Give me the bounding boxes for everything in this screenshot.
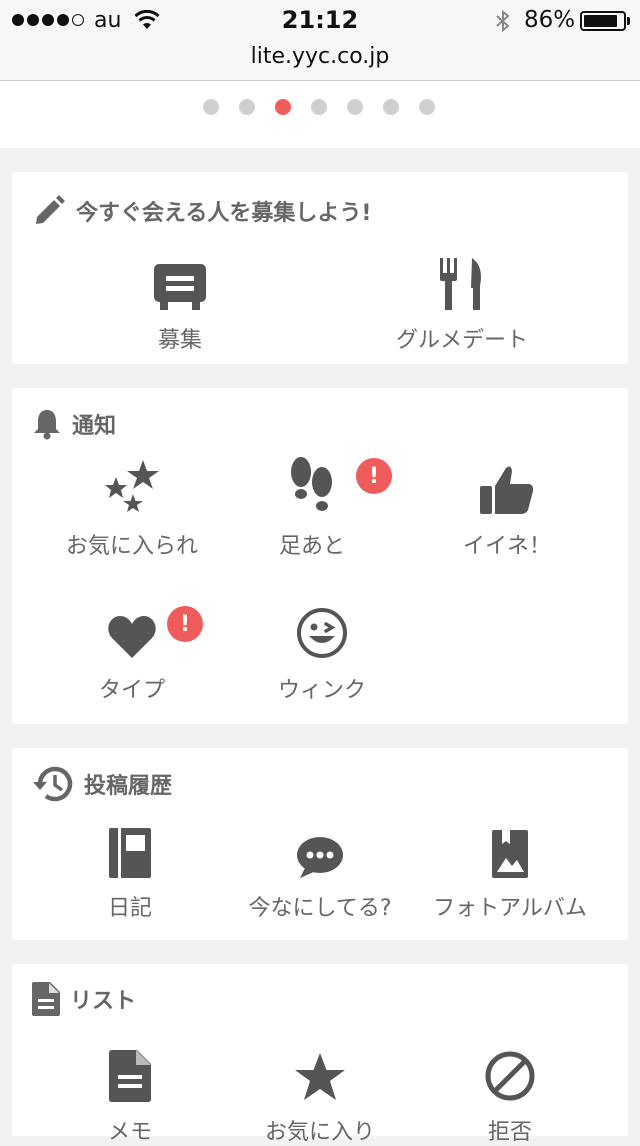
like-label: イイネ！ <box>462 534 551 559</box>
board-icon <box>154 264 206 310</box>
favorites-label: お気に入り <box>264 1120 375 1145</box>
carousel-dot[interactable] <box>203 99 219 115</box>
footprints-icon <box>291 457 332 511</box>
photo-album-icon <box>492 830 528 878</box>
carousel-dot[interactable] <box>311 99 327 115</box>
recruit-label: 募集 <box>157 328 202 353</box>
fork-knife-icon <box>440 258 481 310</box>
carousel-pager[interactable] <box>203 99 435 115</box>
wink-label: ウィンク <box>277 678 366 703</box>
whats-up-label: 今なにしてる? <box>248 896 392 921</box>
bluetooth-icon <box>496 9 510 33</box>
heart-icon <box>108 616 156 658</box>
lists-header: リスト <box>32 982 136 1016</box>
battery-cap <box>627 17 630 25</box>
notifications-title: 通知 <box>72 414 117 439</box>
diary-button[interactable]: 日記 <box>70 814 190 922</box>
battery-percent: 86% <box>524 7 576 33</box>
history-icon <box>33 766 73 802</box>
diary-label: 日記 <box>107 896 152 921</box>
block-list-button[interactable]: 拒否 <box>450 1038 570 1146</box>
favorited-by-button[interactable]: お気に入られ <box>52 452 212 560</box>
favorited-by-label: お気に入られ <box>65 534 198 559</box>
battery-icon <box>580 11 626 31</box>
like-button[interactable]: イイネ！ <box>442 452 572 560</box>
pencil-icon <box>36 195 65 224</box>
memo-button[interactable]: メモ <box>70 1038 190 1146</box>
type-alert-badge: ! <box>167 606 203 642</box>
carousel-dot[interactable] <box>239 99 255 115</box>
recruit-card: 今すぐ会える人を募集しよう! 募集 グルメデート <box>12 172 628 364</box>
block-list-label: 拒否 <box>487 1120 532 1145</box>
photo-album-button[interactable]: フォトアルバム <box>430 814 590 922</box>
memo-icon <box>109 1050 151 1102</box>
memo-label: メモ <box>107 1120 152 1145</box>
star-icon <box>295 1053 345 1100</box>
footprints-label: 足あと <box>278 534 345 559</box>
address-bar-url[interactable]: lite.yyc.co.jp <box>0 44 640 69</box>
notifications-card: 通知 お気に入られ 足あと ! イイネ！ タイプ ! ウィンク <box>12 388 628 724</box>
block-icon <box>485 1051 535 1101</box>
lists-title: リスト <box>70 989 137 1014</box>
type-label: タイプ <box>98 678 165 703</box>
wink-face-icon <box>297 608 347 658</box>
footprints-alert-badge: ! <box>356 458 392 494</box>
post-history-card: 投稿履歴 日記 今なにしてる? フォトアルバム <box>12 748 628 940</box>
notebook-icon <box>109 828 151 878</box>
whats-up-button[interactable]: 今なにしてる? <box>240 814 400 922</box>
gourmet-date-button[interactable]: グルメデート <box>382 246 542 354</box>
post-history-title: 投稿履歴 <box>84 774 173 799</box>
carousel-dot[interactable] <box>383 99 399 115</box>
bell-icon <box>34 410 60 440</box>
thumbs-up-icon <box>480 466 534 514</box>
photo-album-label: フォトアルバム <box>433 896 587 921</box>
stars-icon <box>105 460 159 512</box>
carousel-dot[interactable] <box>275 99 291 115</box>
post-history-header: 投稿履歴 <box>32 764 172 804</box>
wink-button[interactable]: ウィンク <box>252 596 392 704</box>
carousel-dot[interactable] <box>419 99 435 115</box>
banner-carousel[interactable] <box>0 81 640 148</box>
recruit-header: 今すぐ会える人を募集しよう! <box>32 194 371 228</box>
chat-bubble-icon <box>297 837 343 878</box>
status-bar: au 21:12 86% lite.yyc.co.jp <box>0 0 640 81</box>
recruit-title: 今すぐ会える人を募集しよう! <box>76 201 372 226</box>
recruit-button[interactable]: 募集 <box>120 246 240 354</box>
notifications-header: 通知 <box>32 408 116 440</box>
gourmet-date-label: グルメデート <box>395 328 528 353</box>
favorites-button[interactable]: お気に入り <box>250 1038 390 1146</box>
document-icon <box>32 982 60 1016</box>
carousel-dot[interactable] <box>347 99 363 115</box>
lists-card: リスト メモ お気に入り 拒否 <box>12 964 628 1145</box>
